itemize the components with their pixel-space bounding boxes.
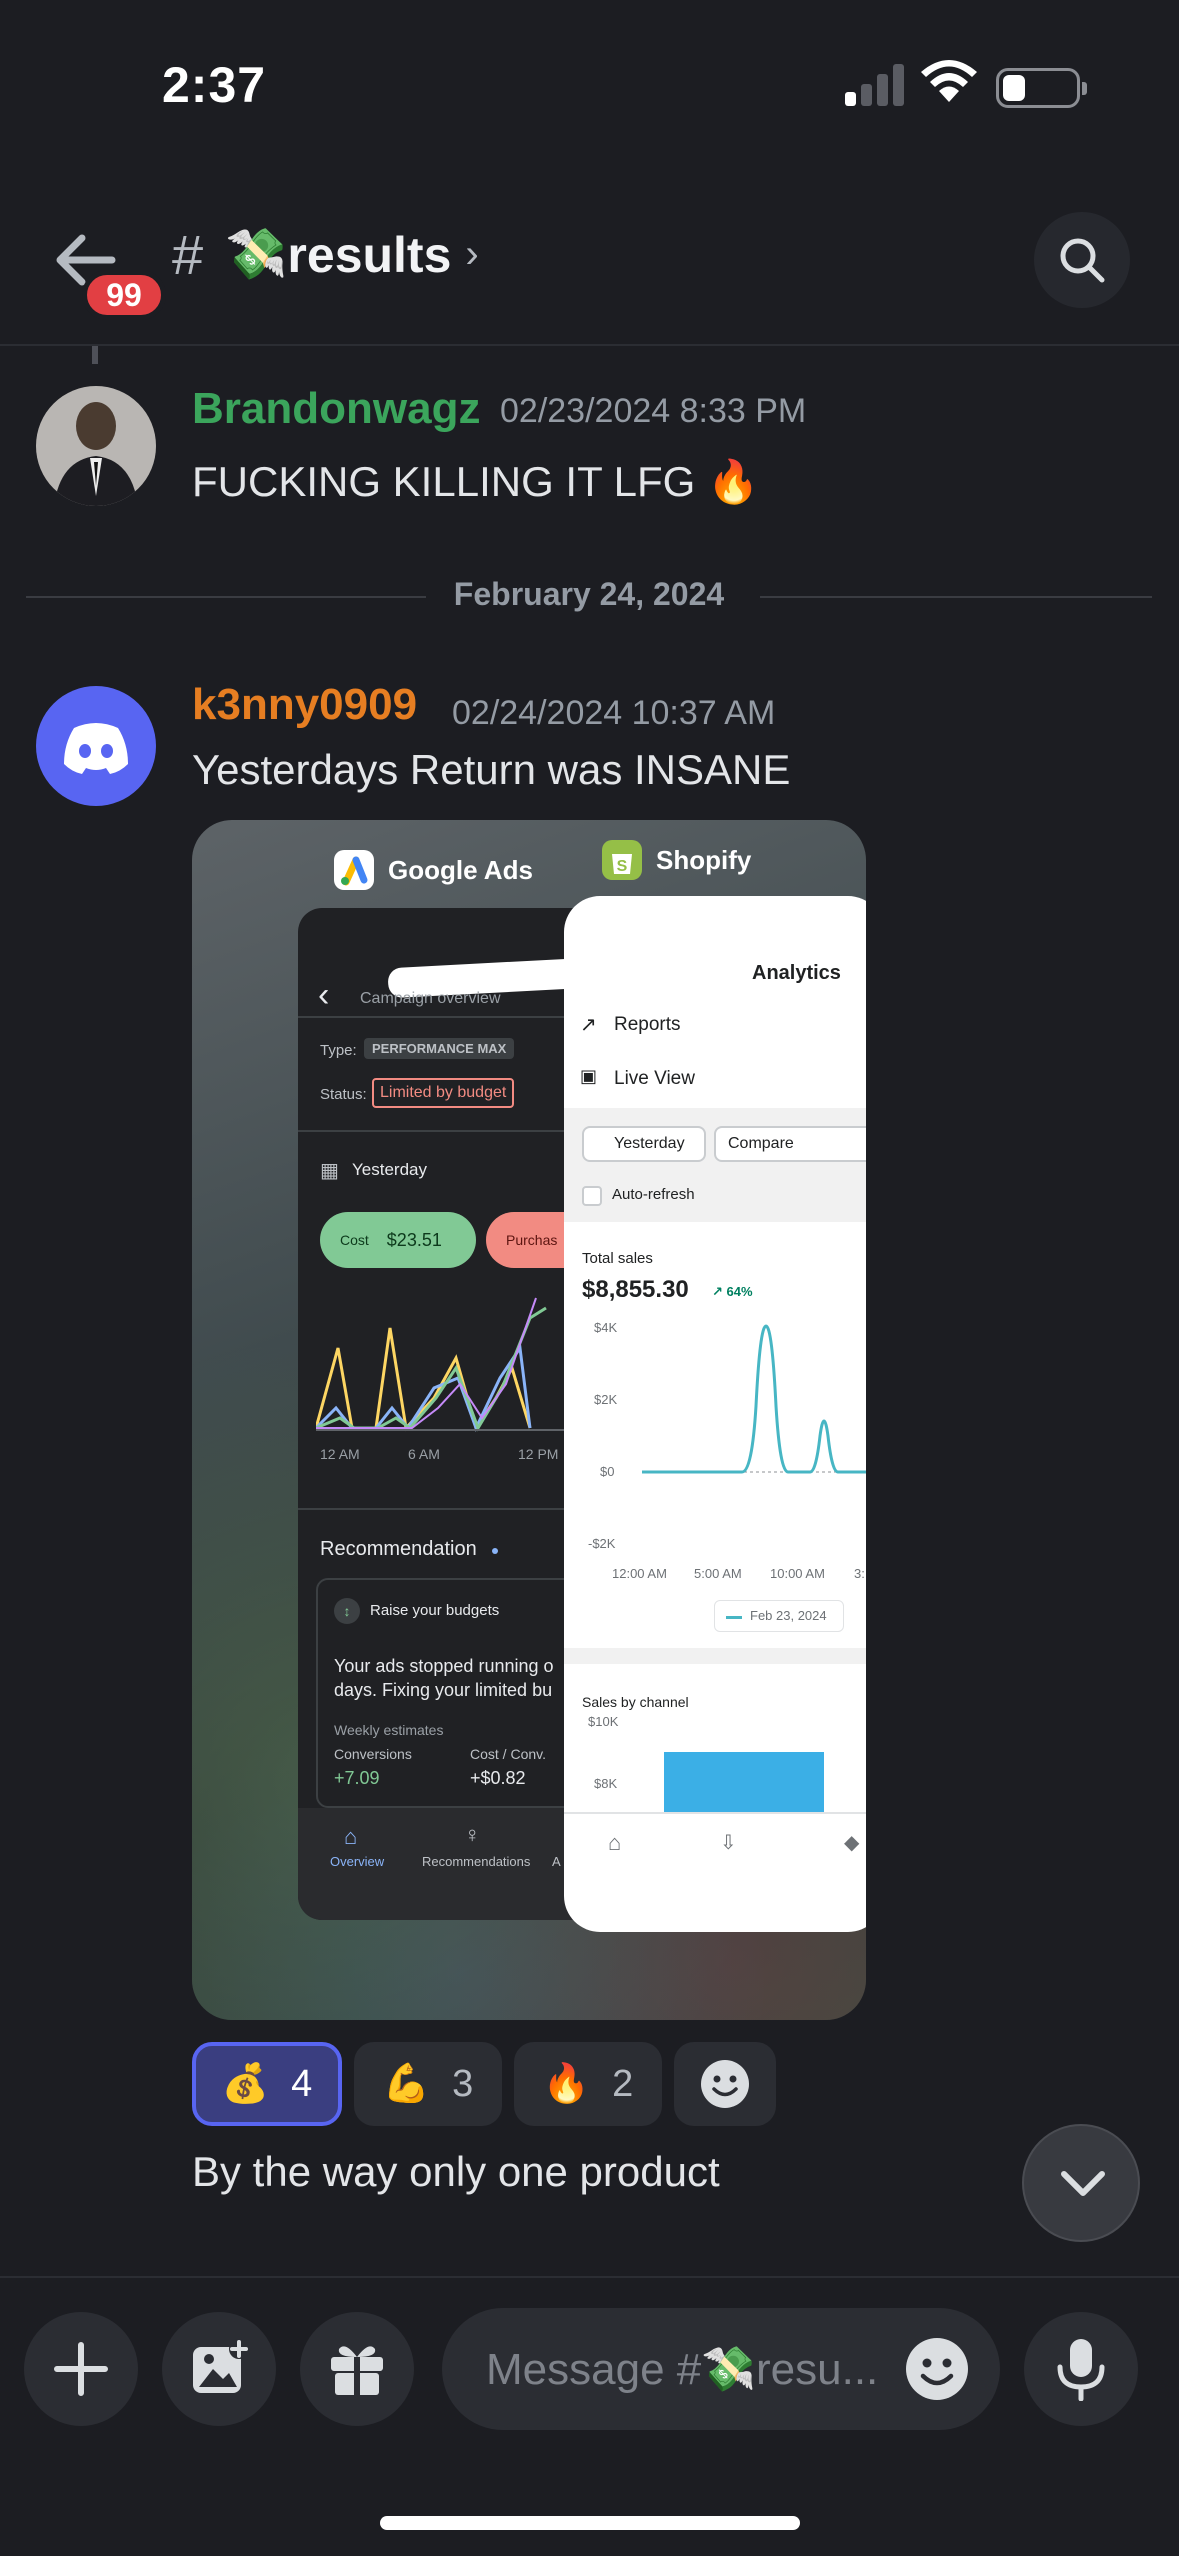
jump-to-present-button[interactable] bbox=[1022, 2124, 1140, 2242]
reaction-money-bag[interactable]: 💰 4 bbox=[192, 2042, 342, 2126]
hash-icon: # bbox=[172, 223, 204, 286]
reaction-fire[interactable]: 🔥 2 bbox=[514, 2042, 662, 2126]
gift-button[interactable] bbox=[300, 2312, 414, 2426]
gift-icon bbox=[331, 2346, 383, 2395]
message-text: Yesterdays Return was INSANE bbox=[192, 746, 791, 793]
live-view-icon: ▣ bbox=[580, 1066, 598, 1086]
message: Brandonwagz 02/23/2024 8:33 PM FUCKING K… bbox=[0, 380, 1179, 520]
search-button[interactable] bbox=[1034, 212, 1130, 308]
lightbulb-icon: ♀ bbox=[464, 1822, 481, 1847]
svg-text:S: S bbox=[617, 858, 628, 875]
avatar-image bbox=[36, 386, 156, 506]
add-button[interactable] bbox=[24, 2312, 138, 2426]
avatar[interactable] bbox=[36, 386, 156, 506]
channel-emoji: 💸 bbox=[225, 226, 288, 282]
image-plus-icon bbox=[193, 2339, 249, 2393]
plus-icon bbox=[54, 2342, 108, 2396]
calendar-icon: ▦ bbox=[320, 1160, 339, 1182]
timestamp: 02/24/2024 10:37 AM bbox=[452, 694, 776, 732]
date-label: February 24, 2024 bbox=[453, 576, 725, 612]
add-reaction-button[interactable] bbox=[674, 2042, 776, 2126]
message: k3nny0909 02/24/2024 10:37 AM Yesterdays… bbox=[0, 680, 1179, 806]
search-icon bbox=[1060, 238, 1105, 283]
add-image-button[interactable] bbox=[162, 2312, 276, 2426]
reports-icon: ↗ bbox=[580, 1014, 597, 1036]
username[interactable]: Brandonwagz bbox=[192, 384, 480, 434]
auto-refresh-checkbox bbox=[582, 1186, 602, 1206]
avatar[interactable] bbox=[36, 686, 156, 806]
message-composer: Message #💸resu... bbox=[0, 2276, 1179, 2556]
chevron-down-icon bbox=[1061, 2171, 1105, 2196]
status-bar: 2:37 bbox=[0, 0, 1179, 170]
message-text: FUCKING KILLING IT LFG 🔥 bbox=[192, 458, 760, 505]
inbox-icon: ⇩ bbox=[720, 1832, 737, 1854]
wifi-icon bbox=[921, 60, 977, 102]
discord-logo-icon bbox=[64, 723, 128, 774]
username[interactable]: k3nny0909 bbox=[192, 680, 417, 730]
home-icon: ⌂ bbox=[608, 1830, 622, 1855]
message-input[interactable]: Message #💸resu... bbox=[442, 2308, 1000, 2430]
trend-up-icon: ↕ bbox=[334, 1598, 360, 1624]
channel-title[interactable]: # 💸 results › bbox=[172, 222, 479, 287]
chevron-left-icon: ‹ bbox=[318, 976, 330, 1014]
message-placeholder: Message #💸resu... bbox=[486, 2345, 879, 2394]
google-ads-icon bbox=[334, 850, 374, 890]
shopify-icon: S bbox=[602, 840, 642, 880]
google-ads-label: Google Ads bbox=[334, 850, 533, 890]
shopify-label: S Shopify bbox=[602, 840, 751, 880]
timestamp: 02/23/2024 8:33 PM bbox=[500, 392, 807, 430]
emoji-picker-icon[interactable] bbox=[904, 2336, 970, 2402]
cellular-signal-icon bbox=[845, 62, 905, 106]
chevron-right-icon: › bbox=[465, 232, 479, 276]
message-text: By the way only one product bbox=[192, 2148, 720, 2195]
channel-name: results bbox=[287, 226, 452, 283]
voice-message-button[interactable] bbox=[1024, 2312, 1138, 2426]
clock: 2:37 bbox=[162, 57, 267, 113]
home-indicator[interactable] bbox=[380, 2516, 800, 2530]
cost-chip: Cost $23.51 bbox=[320, 1212, 476, 1268]
unread-badge: 99 bbox=[82, 270, 166, 320]
microphone-icon bbox=[1057, 2339, 1105, 2401]
reaction-flexed-biceps[interactable]: 💪 3 bbox=[354, 2042, 502, 2126]
shopify-screenshot: Analytics ↗ Reports ▣ Live View Yesterda… bbox=[564, 896, 866, 1932]
reply-line bbox=[92, 346, 98, 364]
shopify-sales-chart bbox=[642, 1324, 866, 1474]
image-attachment[interactable]: Google Ads S Shopify ‹ Campaign overview… bbox=[192, 820, 866, 2020]
battery-icon bbox=[996, 68, 1087, 108]
tag-icon: ◆ bbox=[844, 1832, 860, 1854]
channel-header: 99 # 💸 results › bbox=[0, 170, 1179, 346]
date-separator: February 24, 2024 bbox=[26, 576, 1152, 616]
smiley-icon bbox=[701, 2060, 749, 2108]
home-icon: ⌂ bbox=[344, 1824, 358, 1849]
